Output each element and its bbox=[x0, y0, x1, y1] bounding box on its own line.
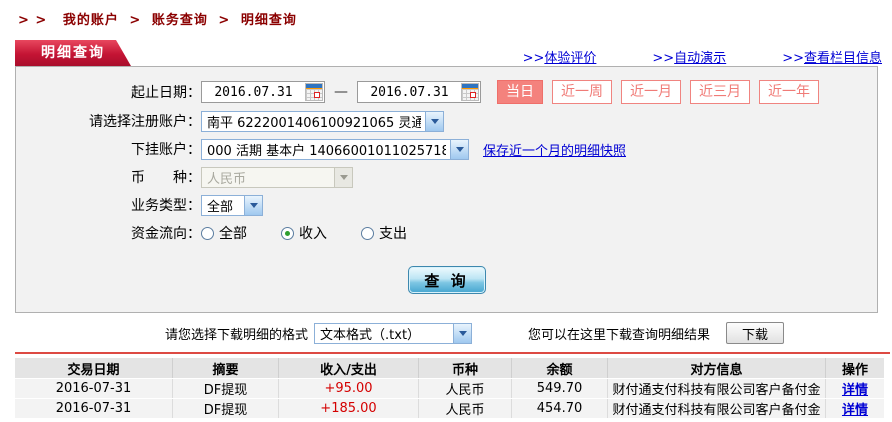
chevron-down-icon[interactable] bbox=[244, 196, 262, 215]
col-summary: 摘要 bbox=[173, 358, 279, 378]
table-divider bbox=[15, 352, 890, 354]
breadcrumb: > > 我的账户 > 账务查询 > 明细查询 bbox=[0, 0, 892, 28]
breadcrumb-prefix: > > bbox=[18, 13, 47, 28]
transactions-table: 交易日期 摘要 收入/支出 币种 余额 对方信息 操作 2016-07-31 D… bbox=[15, 357, 884, 419]
cell-date: 2016-07-31 bbox=[15, 399, 173, 418]
fund-flow-options: 全部 收入 支出 bbox=[201, 223, 407, 243]
radio-all[interactable]: 全部 bbox=[201, 223, 247, 243]
cell-summary: DF提现 bbox=[173, 399, 279, 418]
radio-income[interactable]: 收入 bbox=[281, 223, 327, 243]
preset-last-week-button[interactable]: 近一周 bbox=[552, 80, 612, 104]
end-date-input[interactable]: 2016.07.31 bbox=[357, 81, 481, 103]
chevron-down-icon[interactable] bbox=[425, 112, 443, 131]
chevron-down-icon[interactable] bbox=[453, 324, 471, 343]
table-row: 2016-07-31 DF提现 +95.00 人民币 549.70 财付通支付科… bbox=[15, 379, 884, 398]
breadcrumb-detail-query[interactable]: 明细查询 bbox=[241, 13, 297, 28]
business-type-select[interactable]: 全部 bbox=[201, 195, 263, 216]
date-range-row: 起止日期： 2016.07.31 — 2016.07.31 当日 近一周 近一月… bbox=[16, 80, 877, 104]
business-type-row: 业务类型： 全部 bbox=[16, 194, 877, 216]
col-currency: 币种 bbox=[419, 358, 512, 378]
col-action: 操作 bbox=[826, 358, 884, 378]
cell-amount: +95.00 bbox=[279, 379, 419, 398]
calendar-icon[interactable] bbox=[461, 83, 479, 101]
col-counterparty: 对方信息 bbox=[608, 358, 826, 378]
col-balance: 余额 bbox=[512, 358, 608, 378]
sub-account-select[interactable]: 000 活期 基本户 1406600101102571848 bbox=[201, 139, 469, 160]
fund-flow-row: 资金流向： 全部 收入 支出 bbox=[16, 222, 877, 244]
col-amount: 收入/支出 bbox=[279, 358, 419, 378]
download-format-label: 请您选择下载明细的格式 bbox=[165, 324, 308, 343]
currency-label: 币 种： bbox=[16, 167, 201, 187]
radio-button-icon[interactable] bbox=[361, 227, 374, 240]
radio-button-icon[interactable] bbox=[201, 227, 214, 240]
header-row: 明细查询 >>体验评价 >>自动演示 >>查看栏目信息 bbox=[0, 39, 892, 66]
preset-today-button[interactable]: 当日 bbox=[497, 80, 543, 104]
detail-link[interactable]: 详情 bbox=[842, 383, 868, 398]
breadcrumb-my-account[interactable]: 我的账户 bbox=[63, 13, 119, 28]
registered-account-select[interactable]: 南平 6222001406100921065 灵通卡 bbox=[201, 111, 444, 132]
currency-select: 人民币 bbox=[201, 167, 353, 188]
query-button[interactable]: 查 询 bbox=[408, 266, 486, 294]
cell-currency: 人民币 bbox=[419, 379, 512, 398]
cell-balance: 549.70 bbox=[512, 379, 608, 398]
sub-account-label: 下挂账户： bbox=[16, 139, 201, 159]
date-presets: 当日 近一周 近一月 近三月 近一年 bbox=[497, 80, 819, 104]
business-type-label: 业务类型： bbox=[16, 195, 201, 215]
calendar-icon[interactable] bbox=[305, 83, 323, 101]
cell-currency: 人民币 bbox=[419, 399, 512, 418]
date-range-label: 起止日期： bbox=[16, 82, 201, 102]
header-links: >>体验评价 >>自动演示 >>查看栏目信息 bbox=[523, 47, 892, 66]
radio-expense[interactable]: 支出 bbox=[361, 223, 407, 243]
chevron-down-icon[interactable] bbox=[450, 140, 468, 159]
table-row: 2016-07-31 DF提现 +185.00 人民币 454.70 财付通支付… bbox=[15, 399, 884, 418]
tab-detail-query[interactable]: 明细查询 bbox=[15, 40, 131, 66]
registered-account-label: 请选择注册账户： bbox=[16, 111, 201, 131]
cell-amount: +185.00 bbox=[279, 399, 419, 418]
breadcrumb-separator: > bbox=[218, 13, 230, 28]
registered-account-row: 请选择注册账户： 南平 6222001406100921065 灵通卡 bbox=[16, 110, 877, 132]
cell-date: 2016-07-31 bbox=[15, 379, 173, 398]
cell-counterparty: 财付通支付科技有限公司客户备付金 bbox=[608, 399, 826, 418]
cell-summary: DF提现 bbox=[173, 379, 279, 398]
query-button-row: 查 询 bbox=[16, 266, 877, 294]
radio-button-icon[interactable] bbox=[281, 227, 294, 240]
save-monthly-snapshot-link[interactable]: 保存近一个月的明细快照 bbox=[483, 140, 626, 159]
date-range-dash: — bbox=[334, 84, 348, 100]
currency-row: 币 种： 人民币 bbox=[16, 166, 877, 188]
query-form-panel: 起止日期： 2016.07.31 — 2016.07.31 当日 近一周 近一月… bbox=[15, 66, 878, 313]
start-date-input[interactable]: 2016.07.31 bbox=[201, 81, 325, 103]
download-row: 请您选择下载明细的格式 文本格式（.txt） 您可以在这里下载查询明细结果 下载 bbox=[165, 320, 892, 346]
preset-last-year-button[interactable]: 近一年 bbox=[759, 80, 819, 104]
detail-link[interactable]: 详情 bbox=[842, 403, 868, 418]
cell-counterparty: 财付通支付科技有限公司客户备付金 bbox=[608, 379, 826, 398]
detail-query-page: > > 我的账户 > 账务查询 > 明细查询 明细查询 >>体验评价 >>自动演… bbox=[0, 0, 892, 422]
cell-balance: 454.70 bbox=[512, 399, 608, 418]
download-format-select[interactable]: 文本格式（.txt） bbox=[314, 323, 472, 344]
breadcrumb-account-query[interactable]: 账务查询 bbox=[152, 13, 208, 28]
preset-last-month-button[interactable]: 近一月 bbox=[621, 80, 681, 104]
download-button[interactable]: 下载 bbox=[726, 322, 784, 344]
table-header-row: 交易日期 摘要 收入/支出 币种 余额 对方信息 操作 bbox=[15, 358, 884, 378]
link-experience-rating[interactable]: >>体验评价 bbox=[523, 47, 597, 66]
sub-account-row: 下挂账户： 000 活期 基本户 1406600101102571848 保存近… bbox=[16, 138, 877, 160]
chevron-down-icon bbox=[334, 168, 352, 187]
link-auto-demo[interactable]: >>自动演示 bbox=[652, 47, 726, 66]
preset-last-3-months-button[interactable]: 近三月 bbox=[690, 80, 750, 104]
link-view-column-info[interactable]: >>查看栏目信息 bbox=[782, 47, 882, 66]
fund-flow-label: 资金流向： bbox=[16, 223, 201, 243]
breadcrumb-separator: > bbox=[129, 13, 141, 28]
col-date: 交易日期 bbox=[15, 358, 173, 378]
download-hint: 您可以在这里下载查询明细结果 bbox=[528, 324, 710, 343]
